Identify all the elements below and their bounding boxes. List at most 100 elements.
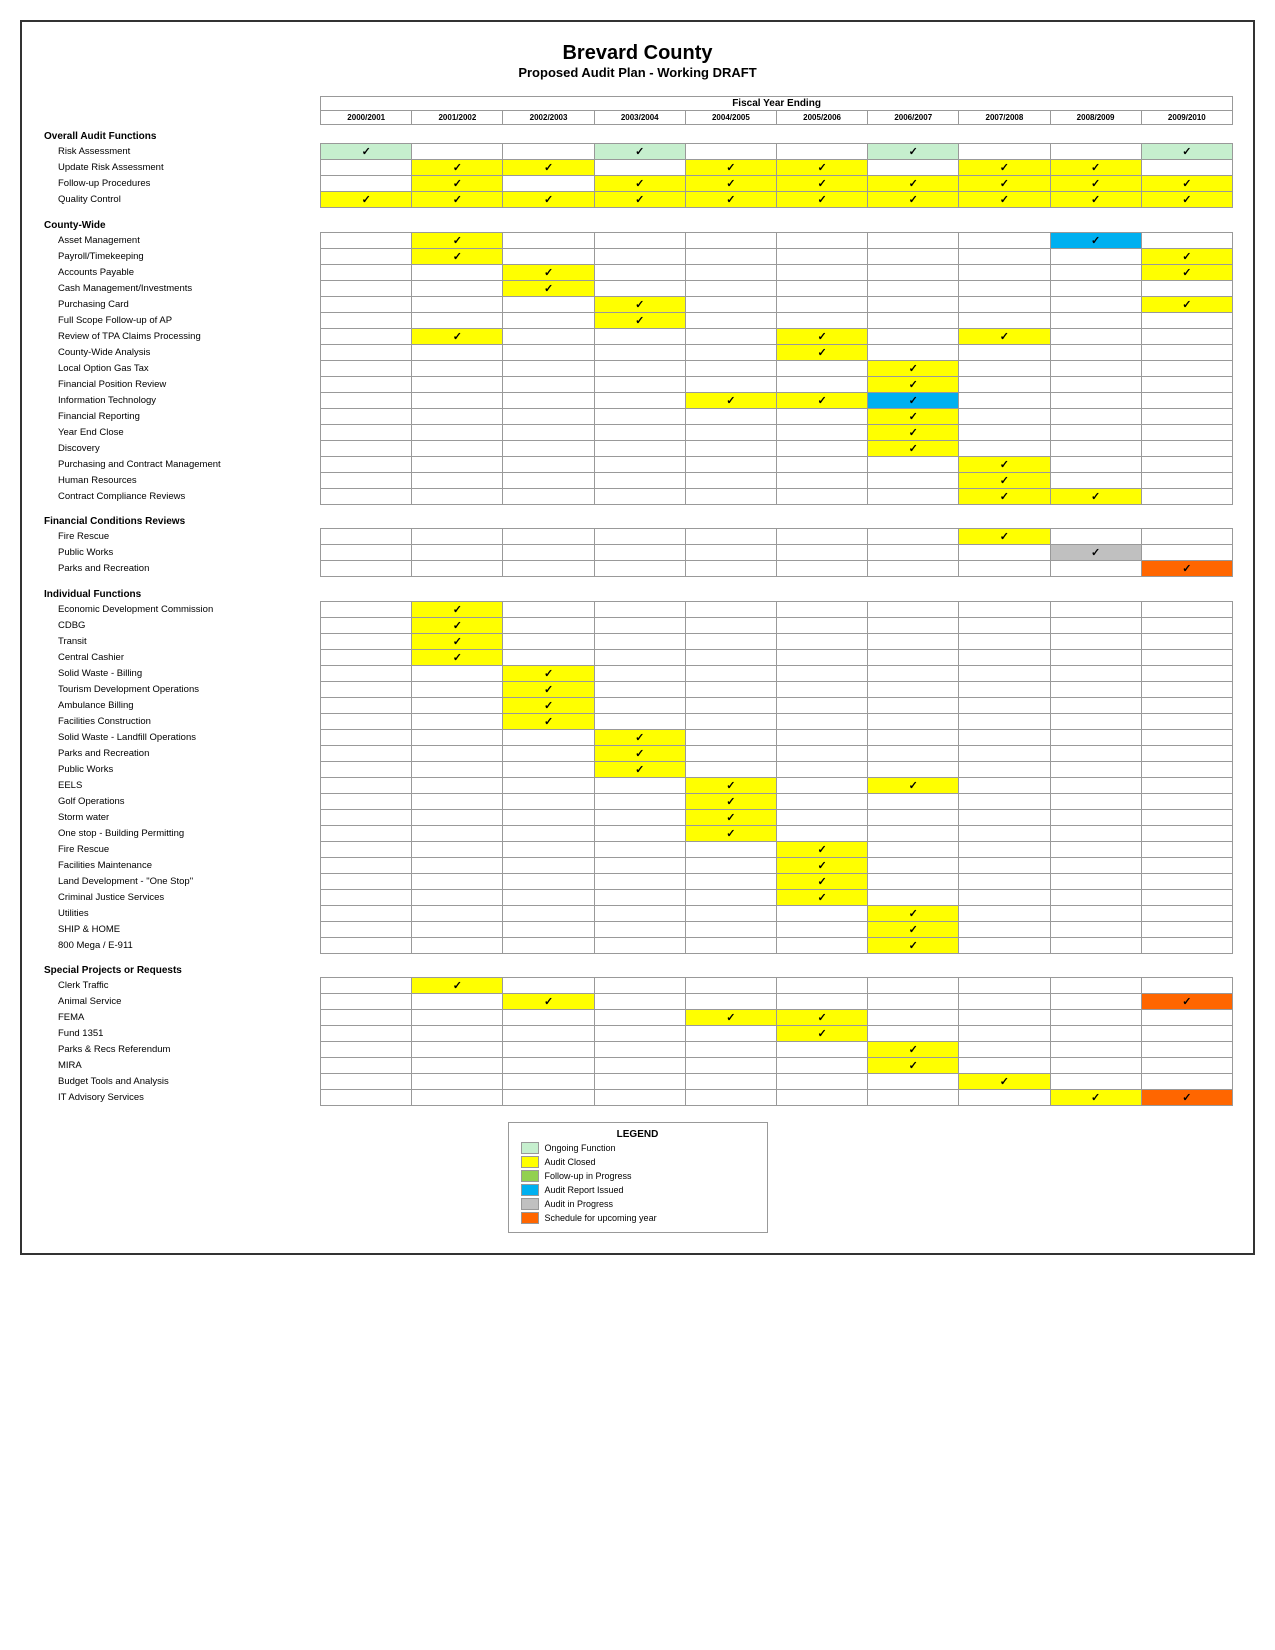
cell-special-4-6: ✓ xyxy=(868,1042,959,1058)
cell-individual-14-1 xyxy=(412,825,503,841)
cell-financial-1-5 xyxy=(776,545,867,561)
cell-countywide-6-7: ✓ xyxy=(959,328,1050,344)
cell-individual-0-3 xyxy=(594,601,685,617)
cell-overall-2-2 xyxy=(503,176,594,192)
cell-individual-3-2 xyxy=(503,649,594,665)
cell-individual-1-5 xyxy=(776,617,867,633)
cell-individual-1-9 xyxy=(1141,617,1232,633)
row-label-countywide-2: Accounts Payable xyxy=(42,264,321,280)
checkmark-icon: ✓ xyxy=(453,331,462,343)
cell-individual-8-9 xyxy=(1141,729,1232,745)
cell-financial-2-7 xyxy=(959,561,1050,577)
cell-countywide-1-3 xyxy=(594,248,685,264)
cell-individual-13-7 xyxy=(959,809,1050,825)
cell-countywide-14-0 xyxy=(321,456,412,472)
cell-countywide-13-5 xyxy=(776,440,867,456)
cell-individual-19-7 xyxy=(959,905,1050,921)
checkmark-icon: ✓ xyxy=(1182,267,1191,279)
cell-individual-20-5 xyxy=(776,921,867,937)
checkmark-icon: ✓ xyxy=(726,812,735,824)
row-label-individual-21: 800 Mega / E-911 xyxy=(42,937,321,953)
section-header-individual: Individual Functions xyxy=(42,583,1233,602)
cell-countywide-5-5 xyxy=(776,312,867,328)
table-row: Land Development - "One Stop"✓ xyxy=(42,873,1233,889)
cell-individual-5-1 xyxy=(412,681,503,697)
cell-countywide-4-3: ✓ xyxy=(594,296,685,312)
cell-countywide-2-6 xyxy=(868,264,959,280)
cell-individual-4-7 xyxy=(959,665,1050,681)
checkmark-icon: ✓ xyxy=(544,194,553,206)
cell-individual-2-9 xyxy=(1141,633,1232,649)
cell-countywide-9-7 xyxy=(959,376,1050,392)
cell-individual-16-9 xyxy=(1141,857,1232,873)
cell-countywide-14-8 xyxy=(1050,456,1141,472)
cell-countywide-12-4 xyxy=(685,424,776,440)
table-row: Fund 1351✓ xyxy=(42,1026,1233,1042)
row-label-individual-15: Fire Rescue xyxy=(42,841,321,857)
cell-individual-0-2 xyxy=(503,601,594,617)
cell-countywide-6-0 xyxy=(321,328,412,344)
cell-individual-10-0 xyxy=(321,761,412,777)
cell-overall-0-4 xyxy=(685,144,776,160)
legend-item-3: Audit Report Issued xyxy=(521,1184,755,1196)
cell-financial-1-6 xyxy=(868,545,959,561)
cell-countywide-10-0 xyxy=(321,392,412,408)
year-header-0: 2000/2001 xyxy=(321,111,412,125)
cell-overall-1-3 xyxy=(594,160,685,176)
page: Brevard County Proposed Audit Plan - Wor… xyxy=(20,20,1255,1255)
cell-individual-12-8 xyxy=(1050,793,1141,809)
cell-countywide-12-0 xyxy=(321,424,412,440)
cell-individual-14-7 xyxy=(959,825,1050,841)
checkmark-icon: ✓ xyxy=(1091,491,1100,503)
cell-individual-12-3 xyxy=(594,793,685,809)
cell-special-0-0 xyxy=(321,978,412,994)
cell-countywide-7-7 xyxy=(959,344,1050,360)
cell-individual-0-6 xyxy=(868,601,959,617)
cell-countywide-15-3 xyxy=(594,472,685,488)
cell-financial-2-1 xyxy=(412,561,503,577)
cell-countywide-3-8 xyxy=(1050,280,1141,296)
cell-individual-20-8 xyxy=(1050,921,1141,937)
table-row: Transit✓ xyxy=(42,633,1233,649)
cell-overall-2-4: ✓ xyxy=(685,176,776,192)
row-label-countywide-14: Purchasing and Contract Management xyxy=(42,456,321,472)
cell-countywide-8-1 xyxy=(412,360,503,376)
cell-individual-18-1 xyxy=(412,889,503,905)
cell-countywide-9-6: ✓ xyxy=(868,376,959,392)
table-row: Discovery✓ xyxy=(42,440,1233,456)
cell-individual-6-8 xyxy=(1050,697,1141,713)
cell-countywide-1-7 xyxy=(959,248,1050,264)
cell-overall-0-6: ✓ xyxy=(868,144,959,160)
cell-countywide-10-2 xyxy=(503,392,594,408)
row-label-overall-1: Update Risk Assessment xyxy=(42,160,321,176)
cell-individual-21-4 xyxy=(685,937,776,953)
cell-individual-1-7 xyxy=(959,617,1050,633)
cell-individual-21-1 xyxy=(412,937,503,953)
cell-individual-11-2 xyxy=(503,777,594,793)
row-label-individual-17: Land Development - "One Stop" xyxy=(42,873,321,889)
cell-individual-9-1 xyxy=(412,745,503,761)
cell-individual-14-9 xyxy=(1141,825,1232,841)
cell-special-6-8 xyxy=(1050,1074,1141,1090)
table-row: Human Resources✓ xyxy=(42,472,1233,488)
cell-individual-5-6 xyxy=(868,681,959,697)
cell-countywide-3-3 xyxy=(594,280,685,296)
cell-individual-17-8 xyxy=(1050,873,1141,889)
cell-special-7-1 xyxy=(412,1090,503,1106)
checkmark-icon: ✓ xyxy=(635,764,644,776)
year-header-6: 2006/2007 xyxy=(868,111,959,125)
table-row: Information Technology✓✓✓ xyxy=(42,392,1233,408)
cell-individual-13-6 xyxy=(868,809,959,825)
cell-special-1-4 xyxy=(685,994,776,1010)
cell-countywide-5-0 xyxy=(321,312,412,328)
cell-special-6-9 xyxy=(1141,1074,1232,1090)
cell-individual-4-0 xyxy=(321,665,412,681)
cell-individual-16-3 xyxy=(594,857,685,873)
cell-individual-11-3 xyxy=(594,777,685,793)
row-label-financial-2: Parks and Recreation xyxy=(42,561,321,577)
cell-overall-1-4: ✓ xyxy=(685,160,776,176)
cell-individual-8-8 xyxy=(1050,729,1141,745)
cell-individual-9-8 xyxy=(1050,745,1141,761)
cell-countywide-4-9: ✓ xyxy=(1141,296,1232,312)
cell-countywide-8-2 xyxy=(503,360,594,376)
